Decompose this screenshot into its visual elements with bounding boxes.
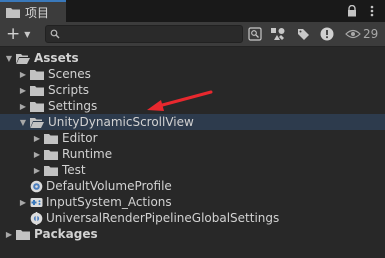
shapes-icon [271,28,285,40]
tree-row-packages[interactable]: ▶ Packages [0,226,385,242]
red-arrow-icon [147,90,213,111]
volume-profile-icon [30,180,43,193]
collapsed-arrow-icon[interactable]: ▶ [18,66,28,82]
expanded-arrow-icon[interactable]: ▼ [18,114,28,130]
tree-row-isa[interactable]: ▶ InputSystem_Actions [0,194,385,210]
tree-row-label: InputSystem_Actions [46,195,172,209]
tree-row-label: DefaultVolumeProfile [46,179,172,193]
expanded-arrow-icon[interactable]: ▼ [4,50,14,66]
hidden-packages-toggle[interactable]: 29 [345,26,378,42]
tree-row-label: UnityDynamicScrollView [48,115,194,129]
folder-icon [6,7,20,18]
collapsed-arrow-icon[interactable]: ▶ [18,98,28,114]
tab-project[interactable]: 项目 [0,0,66,22]
folder-open-icon [16,53,30,64]
info-circle-icon [320,27,334,41]
tree-row-label: Packages [34,227,98,241]
folder-open-icon [30,117,44,128]
plus-icon: + [6,24,21,44]
tree-row-test[interactable]: ▶ Test [0,162,385,178]
collapsed-arrow-icon[interactable]: ▶ [32,162,42,178]
tree-row-editor[interactable]: ▶ Editor [0,130,385,146]
tree-row-scenes[interactable]: ▶ Scenes [0,66,385,82]
filter-by-type-button[interactable] [268,25,288,43]
collapsed-arrow-icon[interactable]: ▶ [32,130,42,146]
collapsed-arrow-icon[interactable]: ▶ [32,146,42,162]
tree-row-runtime[interactable]: ▶ Runtime [0,146,385,162]
tree-row-label: Scenes [48,67,91,81]
arrow-spacer [18,178,28,194]
tree-row-label: Runtime [62,147,113,161]
search-by-type-icon [248,27,262,41]
lock-icon[interactable] [345,4,359,18]
eye-icon [345,29,361,39]
search-icon [50,29,60,39]
chevron-down-icon: ▼ [24,29,31,39]
folder-icon [30,85,44,96]
arrow-spacer [18,210,28,226]
tab-label: 项目 [25,5,50,20]
input-actions-icon [30,196,43,209]
collapsed-arrow-icon[interactable]: ▶ [4,226,14,242]
folder-icon [44,133,58,144]
folder-icon [30,69,44,80]
search-by-type-button[interactable] [245,25,265,43]
tree-row-dvp[interactable]: DefaultVolumeProfile [0,178,385,194]
tree-row-label: Test [62,163,86,177]
kebab-menu-icon[interactable] [365,4,379,18]
folder-icon [44,165,58,176]
toggle-console-button[interactable] [317,25,337,43]
hidden-count: 29 [363,27,379,41]
tree-row-assets[interactable]: ▼ Assets [0,50,385,66]
tree-row-label: UniversalRenderPipelineGlobalSettings [46,211,280,225]
collapsed-arrow-icon[interactable]: ▶ [18,194,28,210]
tree-row-label: Editor [62,131,98,145]
tree-row-label: Assets [34,51,79,65]
tag-icon [297,28,309,40]
add-button[interactable]: + ▼ [6,25,30,43]
tree-row-udsv[interactable]: ▼ UnityDynamicScrollView [0,114,385,130]
search-input[interactable] [62,26,237,40]
tree-row-label: Scripts [48,83,90,97]
folder-icon [30,101,44,112]
search-field[interactable] [45,25,243,43]
tree-row-urp[interactable]: UniversalRenderPipelineGlobalSettings [0,210,385,226]
tree-row-label: Settings [48,99,98,113]
render-pipeline-settings-icon [30,211,43,225]
filter-by-label-button[interactable] [293,25,313,43]
folder-icon [16,229,30,240]
folder-icon [44,149,58,160]
collapsed-arrow-icon[interactable]: ▶ [18,82,28,98]
